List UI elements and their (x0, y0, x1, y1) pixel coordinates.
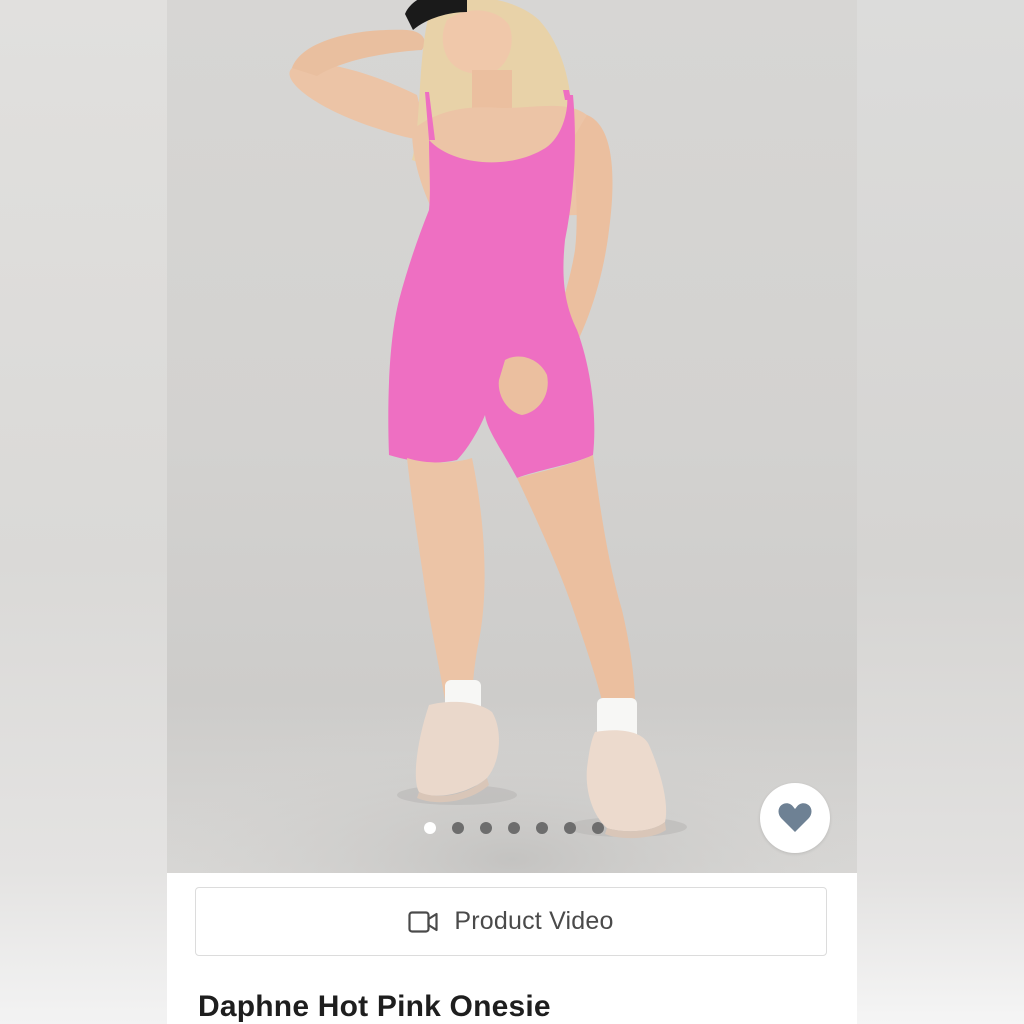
product-image-carousel[interactable] (167, 0, 857, 873)
video-camera-icon (408, 910, 438, 933)
product-video-label: Product Video (454, 907, 614, 935)
product-page: Product Video Daphne Hot Pink Onesie (167, 0, 857, 1024)
product-title: Daphne Hot Pink Onesie (198, 990, 551, 1023)
product-video-button[interactable]: Product Video (195, 887, 827, 956)
carousel-dot-1[interactable] (424, 822, 436, 834)
carousel-dot-4[interactable] (508, 822, 520, 834)
carousel-dot-7[interactable] (592, 822, 604, 834)
carousel-dot-6[interactable] (564, 822, 576, 834)
carousel-pagination (167, 822, 857, 836)
carousel-dot-2[interactable] (452, 822, 464, 834)
carousel-dot-5[interactable] (536, 822, 548, 834)
favorite-button[interactable] (760, 783, 830, 853)
right-background-blur (857, 0, 1024, 1024)
heart-icon (778, 803, 812, 832)
left-background-blur (0, 0, 167, 1024)
product-photo (167, 0, 857, 873)
carousel-dot-3[interactable] (480, 822, 492, 834)
